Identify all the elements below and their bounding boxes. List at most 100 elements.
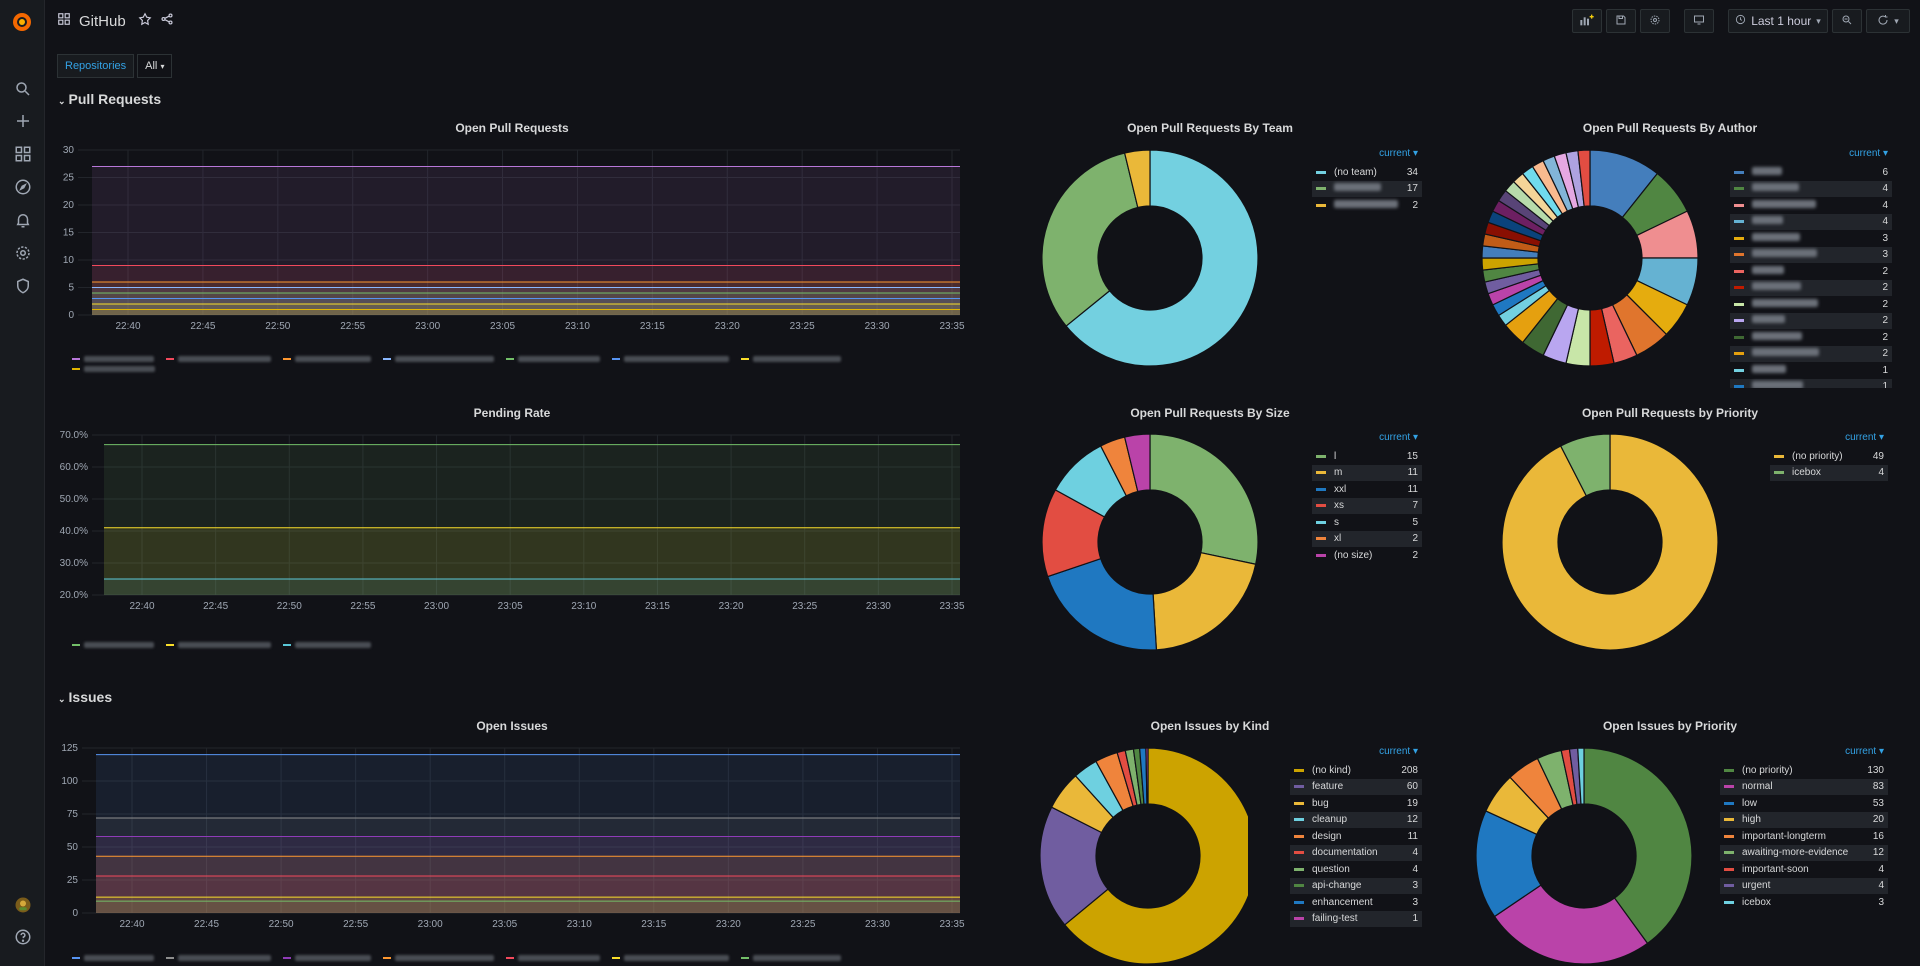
legend-row[interactable]: l 15 <box>1312 448 1422 465</box>
legend-row[interactable]: low 53 <box>1720 795 1888 812</box>
pie-chart-prs-by-size[interactable] <box>1040 432 1260 652</box>
legend-row[interactable]: (no priority) 130 <box>1720 762 1888 779</box>
share-icon[interactable] <box>160 12 174 30</box>
open-prs-graph[interactable]: 0 5 10 15 20 25 30 22:40 22:45 22:50 22:55 23:00 23:… <box>58 140 968 350</box>
legend-item[interactable] <box>383 356 494 362</box>
legend-item[interactable] <box>283 642 371 648</box>
legend-row[interactable]: icebox 3 <box>1720 894 1888 911</box>
panel-title[interactable]: Open Pull Requests By Team <box>1000 118 1420 138</box>
legend-row[interactable]: important-longterm 16 <box>1720 828 1888 845</box>
legend-row[interactable]: icebox 4 <box>1770 464 1888 481</box>
legend-item[interactable] <box>612 356 729 362</box>
legend-row[interactable]: 2 <box>1312 197 1422 214</box>
view-mode-button[interactable] <box>1684 9 1714 33</box>
legend-item[interactable] <box>166 642 271 648</box>
legend-item[interactable] <box>506 955 600 961</box>
legend-item[interactable] <box>283 356 371 362</box>
legend-current-header[interactable]: current ▾ <box>1312 432 1422 448</box>
shield-icon[interactable] <box>12 275 34 297</box>
legend-row[interactable]: xs 7 <box>1312 497 1422 514</box>
legend-row[interactable]: 2 <box>1730 296 1892 313</box>
pie-slice[interactable] <box>1046 557 1158 651</box>
legend-row[interactable]: enhancement 3 <box>1290 894 1422 911</box>
legend-row[interactable]: design 11 <box>1290 828 1422 845</box>
legend-row[interactable]: important-soon 4 <box>1720 861 1888 878</box>
panel-title[interactable]: Open Issues by Kind <box>1000 716 1420 736</box>
help-icon[interactable] <box>12 926 34 948</box>
legend-row[interactable]: 2 <box>1730 279 1892 296</box>
legend-row[interactable]: s5 <box>1312 514 1422 531</box>
dashboard-title-text[interactable]: GitHub <box>79 13 126 30</box>
legend-row[interactable]: high 20 <box>1720 811 1888 828</box>
grafana-logo-icon[interactable] <box>9 9 35 35</box>
panel-title[interactable]: Open Pull Requests By Author <box>1440 118 1900 138</box>
legend-row[interactable]: documentation 4 <box>1290 844 1422 861</box>
legend-row[interactable]: (no kind) 208 <box>1290 762 1422 779</box>
legend-item[interactable] <box>741 955 841 961</box>
pie-chart-prs-by-author[interactable] <box>1480 148 1700 368</box>
legend-row[interactable]: bug 19 <box>1290 795 1422 812</box>
legend-current-header[interactable]: current ▾ <box>1730 148 1892 164</box>
legend-row[interactable]: api-change 3 <box>1290 877 1422 894</box>
pie-slice[interactable] <box>1041 152 1139 327</box>
legend-row[interactable]: 4 <box>1730 197 1892 214</box>
alerting-bell-icon[interactable] <box>12 209 34 231</box>
legend-item[interactable] <box>506 356 600 362</box>
legend-row[interactable]: awaiting-more-evidence 12 <box>1720 844 1888 861</box>
explore-compass-icon[interactable] <box>12 176 34 198</box>
pie-slice[interactable] <box>1149 433 1259 565</box>
legend-current-header[interactable]: current ▾ <box>1720 746 1888 762</box>
legend-item[interactable] <box>741 356 841 362</box>
legend-item[interactable] <box>72 955 154 961</box>
legend-row[interactable]: feature 60 <box>1290 778 1422 795</box>
legend-row[interactable]: 1 <box>1730 362 1892 379</box>
legend-item[interactable] <box>72 642 154 648</box>
pie-chart-prs-by-team[interactable] <box>1040 148 1260 368</box>
legend-row[interactable]: xxl 11 <box>1312 481 1422 498</box>
legend-item[interactable] <box>612 955 729 961</box>
legend-item[interactable] <box>72 366 155 372</box>
plus-icon[interactable] <box>12 110 34 132</box>
legend-item[interactable] <box>166 356 271 362</box>
legend-row[interactable]: question 4 <box>1290 861 1422 878</box>
legend-row[interactable]: (no team) 34 <box>1312 164 1422 181</box>
panel-title[interactable]: Open Issues by Priority <box>1440 716 1900 736</box>
panel-title[interactable]: Open Pull Requests <box>58 118 966 138</box>
legend-row[interactable]: failing-test 1 <box>1290 910 1422 927</box>
panel-title[interactable]: Open Pull Requests By Size <box>1000 403 1420 423</box>
legend-item[interactable] <box>383 955 494 961</box>
legend-row[interactable]: 17 <box>1312 180 1422 197</box>
user-avatar-icon[interactable] <box>12 894 34 916</box>
refresh-button[interactable]: ▾ <box>1866 9 1910 33</box>
dashboards-grid-icon[interactable] <box>12 143 34 165</box>
configuration-gear-icon[interactable] <box>12 242 34 264</box>
save-dashboard-button[interactable] <box>1606 9 1636 33</box>
open-issues-graph[interactable]: 0 25 50 75 100 125 22:40 22:45 22:50 22:55 23:00 23… <box>58 738 968 950</box>
legend-row[interactable]: 1 <box>1730 378 1892 388</box>
time-range-picker[interactable]: Last 1 hour ▾ <box>1728 9 1828 33</box>
row-pull-requests[interactable]: ⌄ Pull Requests <box>58 91 161 107</box>
legend-item[interactable] <box>283 955 371 961</box>
legend-row[interactable]: 3 <box>1730 230 1892 247</box>
dashboard-settings-button[interactable] <box>1640 9 1670 33</box>
legend-current-header[interactable]: current ▾ <box>1312 148 1422 164</box>
legend-row[interactable]: xl 2 <box>1312 530 1422 547</box>
panel-title[interactable]: Open Issues <box>58 716 966 736</box>
legend-row[interactable]: 4 <box>1730 213 1892 230</box>
legend-row[interactable]: m 11 <box>1312 464 1422 481</box>
legend-row[interactable]: 2 <box>1730 263 1892 280</box>
legend-row[interactable]: cleanup 12 <box>1290 811 1422 828</box>
row-issues[interactable]: ⌄ Issues <box>58 689 112 705</box>
legend-row[interactable]: 4 <box>1730 180 1892 197</box>
pie-slice[interactable] <box>1152 552 1257 651</box>
variable-select-repositories[interactable]: All ▾ <box>137 54 173 78</box>
legend-item[interactable] <box>72 356 154 362</box>
pie-chart-issues-by-priority[interactable] <box>1474 746 1694 966</box>
legend-current-header[interactable]: current ▾ <box>1290 746 1422 762</box>
legend-row[interactable]: 3 <box>1730 246 1892 263</box>
legend-row[interactable]: urgent 4 <box>1720 877 1888 894</box>
legend-row[interactable]: 6 <box>1730 164 1892 181</box>
star-icon[interactable] <box>138 12 152 30</box>
legend-row[interactable]: normal 83 <box>1720 778 1888 795</box>
search-icon[interactable] <box>12 78 34 100</box>
